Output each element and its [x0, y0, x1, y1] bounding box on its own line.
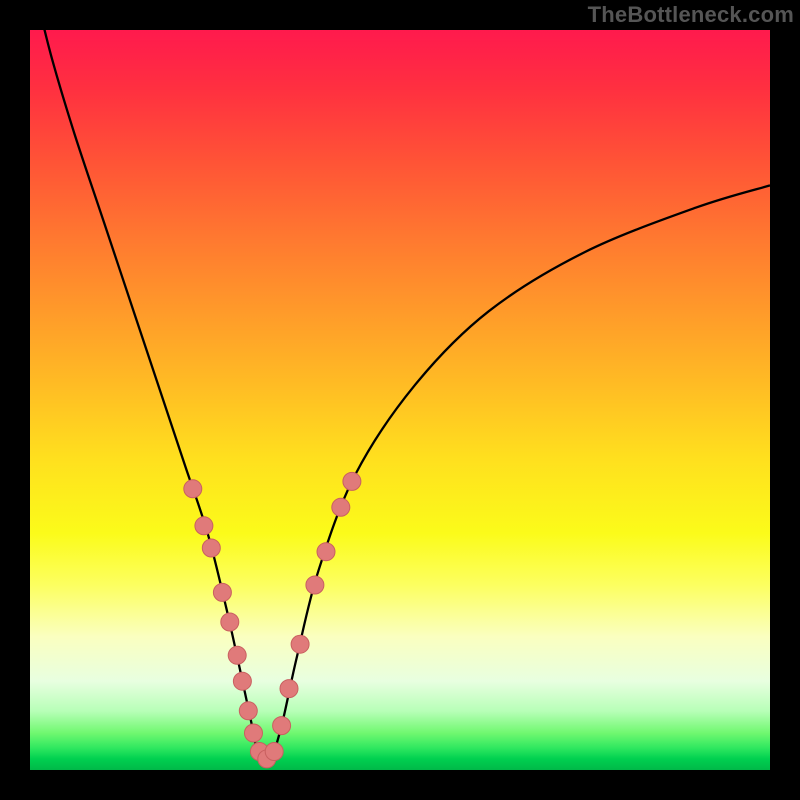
data-marker [184, 480, 202, 498]
data-marker [265, 743, 283, 761]
data-marker [317, 543, 335, 561]
data-marker [228, 646, 246, 664]
plot-area [30, 30, 770, 770]
watermark-text: TheBottleneck.com [588, 2, 794, 28]
data-markers [184, 472, 361, 768]
data-marker [306, 576, 324, 594]
data-marker [332, 498, 350, 516]
data-marker [202, 539, 220, 557]
data-marker [343, 472, 361, 490]
data-marker [239, 702, 257, 720]
curve-layer [30, 30, 770, 770]
data-marker [213, 583, 231, 601]
data-marker [221, 613, 239, 631]
data-marker [273, 717, 291, 735]
data-marker [291, 635, 309, 653]
data-marker [280, 680, 298, 698]
data-marker [244, 724, 262, 742]
data-marker [195, 517, 213, 535]
data-marker [233, 672, 251, 690]
bottleneck-curve [37, 30, 770, 763]
chart-frame: TheBottleneck.com [0, 0, 800, 800]
